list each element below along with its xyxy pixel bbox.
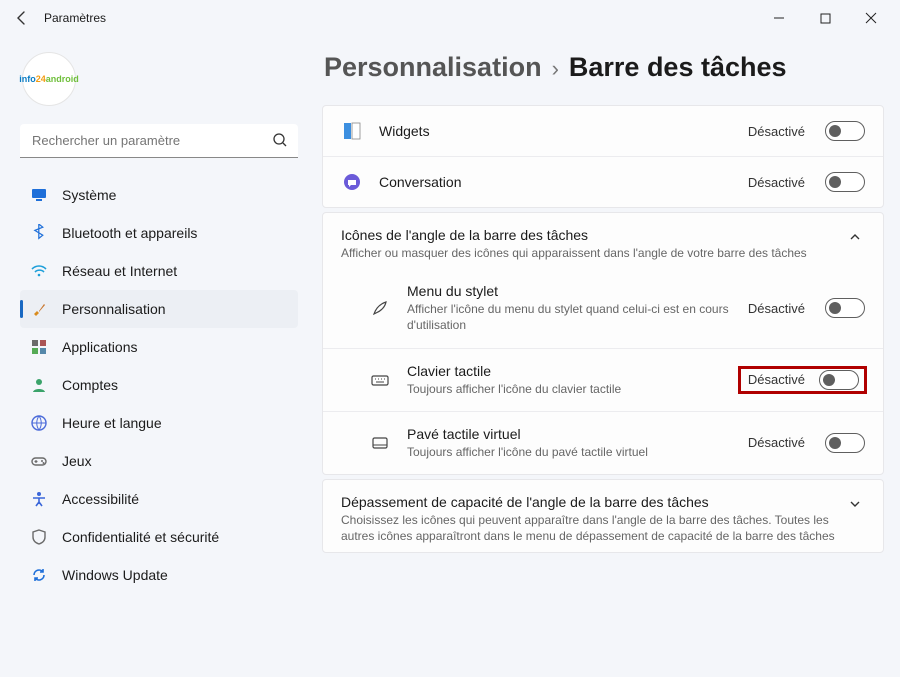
sidebar-item-apps[interactable]: Applications bbox=[20, 328, 298, 366]
window-title: Paramètres bbox=[44, 11, 106, 25]
row-conversation[interactable]: Conversation Désactivé bbox=[323, 156, 883, 207]
row-label: Clavier tactile bbox=[407, 363, 724, 379]
taskbar-items-card: Widgets Désactivé Conversation Désactivé bbox=[322, 105, 884, 208]
touchpad-icon bbox=[369, 432, 391, 454]
globe-icon bbox=[30, 414, 48, 432]
toggle-state: Désactivé bbox=[748, 435, 805, 450]
window-controls bbox=[756, 2, 894, 34]
widgets-icon bbox=[341, 120, 363, 142]
access-icon bbox=[30, 490, 48, 508]
sidebar-item-label: Windows Update bbox=[62, 567, 168, 583]
sidebar-item-access[interactable]: Accessibilité bbox=[20, 480, 298, 518]
row-desc: Afficher l'icône du menu du stylet quand… bbox=[407, 301, 732, 333]
toggle-state: Désactivé bbox=[748, 301, 805, 316]
main-content: Personnalisation › Barre des tâches Widg… bbox=[312, 36, 900, 677]
search-input[interactable] bbox=[20, 124, 298, 158]
row-label: Pavé tactile virtuel bbox=[407, 426, 732, 442]
sidebar-item-bluetooth[interactable]: Bluetooth et appareils bbox=[20, 214, 298, 252]
row-desc: Toujours afficher l'icône du clavier tac… bbox=[407, 381, 724, 397]
brush-icon bbox=[30, 300, 48, 318]
sidebar-item-label: Personnalisation bbox=[62, 301, 166, 317]
maximize-icon bbox=[820, 13, 831, 24]
search-box[interactable] bbox=[20, 124, 298, 158]
sidebar-item-update[interactable]: Windows Update bbox=[20, 556, 298, 594]
sidebar-item-label: Applications bbox=[62, 339, 138, 355]
keyboard-icon bbox=[369, 369, 391, 391]
section-desc: Choisissez les icônes qui peuvent appara… bbox=[341, 512, 845, 544]
highlight-box: Désactivé bbox=[740, 368, 865, 392]
conversation-toggle[interactable] bbox=[825, 172, 865, 192]
wifi-icon bbox=[30, 262, 48, 280]
sidebar-item-personal[interactable]: Personnalisation bbox=[20, 290, 298, 328]
avatar: info24android bbox=[22, 52, 76, 106]
shield-icon bbox=[30, 528, 48, 546]
chevron-up-icon bbox=[845, 227, 865, 247]
row-virtual-touchpad[interactable]: Pavé tactile virtuel Toujours afficher l… bbox=[323, 411, 883, 474]
back-button[interactable] bbox=[6, 2, 38, 34]
sidebar-item-network[interactable]: Réseau et Internet bbox=[20, 252, 298, 290]
row-pen-menu[interactable]: Menu du stylet Afficher l'icône du menu … bbox=[323, 269, 883, 347]
profile-row[interactable]: info24android bbox=[22, 52, 298, 106]
chevron-down-icon bbox=[845, 494, 865, 514]
virtual-touchpad-toggle[interactable] bbox=[825, 433, 865, 453]
toggle-state: Désactivé bbox=[748, 175, 805, 190]
close-icon bbox=[865, 12, 877, 24]
sidebar-item-system[interactable]: Système bbox=[20, 176, 298, 214]
sidebar-item-label: Système bbox=[62, 187, 116, 203]
sidebar-item-gaming[interactable]: Jeux bbox=[20, 442, 298, 480]
person-icon bbox=[30, 376, 48, 394]
row-touch-keyboard[interactable]: Clavier tactile Toujours afficher l'icôn… bbox=[323, 348, 883, 411]
bluetooth-icon bbox=[30, 224, 48, 242]
sidebar-item-time[interactable]: Heure et langue bbox=[20, 404, 298, 442]
sidebar: info24android Système Bluetooth et appare… bbox=[0, 36, 312, 677]
toggle-state: Désactivé bbox=[748, 124, 805, 139]
row-label: Menu du stylet bbox=[407, 283, 732, 299]
pen-icon bbox=[369, 297, 391, 319]
corner-section-header[interactable]: Icônes de l'angle de la barre des tâches… bbox=[323, 213, 883, 269]
close-button[interactable] bbox=[848, 2, 894, 34]
settings-scroll[interactable]: Widgets Désactivé Conversation Désactivé bbox=[322, 105, 890, 660]
overflow-section-header[interactable]: Dépassement de capacité de l'angle de la… bbox=[323, 480, 883, 552]
sidebar-item-label: Heure et langue bbox=[62, 415, 162, 431]
page-title: Barre des tâches bbox=[569, 52, 787, 83]
row-desc: Toujours afficher l'icône du pavé tactil… bbox=[407, 444, 732, 460]
grid-icon bbox=[30, 338, 48, 356]
sidebar-item-label: Bluetooth et appareils bbox=[62, 225, 197, 241]
sidebar-item-label: Jeux bbox=[62, 453, 92, 469]
chat-icon bbox=[341, 171, 363, 193]
widgets-toggle[interactable] bbox=[825, 121, 865, 141]
row-label: Conversation bbox=[379, 174, 732, 190]
nav-list: Système Bluetooth et appareils Réseau et I… bbox=[20, 176, 298, 594]
search-icon bbox=[272, 132, 288, 153]
breadcrumb: Personnalisation › Barre des tâches bbox=[324, 52, 890, 83]
sidebar-item-label: Accessibilité bbox=[62, 491, 139, 507]
pen-toggle[interactable] bbox=[825, 298, 865, 318]
sidebar-item-label: Confidentialité et sécurité bbox=[62, 529, 219, 545]
monitor-icon bbox=[30, 186, 48, 204]
arrow-left-icon bbox=[14, 10, 30, 26]
corner-icons-card: Icônes de l'angle de la barre des tâches… bbox=[322, 212, 884, 475]
sidebar-item-label: Réseau et Internet bbox=[62, 263, 177, 279]
section-title: Dépassement de capacité de l'angle de la… bbox=[341, 494, 845, 510]
maximize-button[interactable] bbox=[802, 2, 848, 34]
section-title: Icônes de l'angle de la barre des tâches bbox=[341, 227, 845, 243]
row-widgets[interactable]: Widgets Désactivé bbox=[323, 106, 883, 156]
row-label: Widgets bbox=[379, 123, 732, 139]
breadcrumb-parent[interactable]: Personnalisation bbox=[324, 52, 542, 83]
overflow-card: Dépassement de capacité de l'angle de la… bbox=[322, 479, 884, 553]
sidebar-item-privacy[interactable]: Confidentialité et sécurité bbox=[20, 518, 298, 556]
titlebar: Paramètres bbox=[0, 0, 900, 36]
minimize-icon bbox=[773, 12, 785, 24]
gamepad-icon bbox=[30, 452, 48, 470]
section-desc: Afficher ou masquer des icônes qui appar… bbox=[341, 245, 845, 261]
touch-keyboard-toggle[interactable] bbox=[819, 370, 859, 390]
sidebar-item-label: Comptes bbox=[62, 377, 118, 393]
update-icon bbox=[30, 566, 48, 584]
chevron-right-icon: › bbox=[552, 56, 559, 82]
minimize-button[interactable] bbox=[756, 2, 802, 34]
sidebar-item-accounts[interactable]: Comptes bbox=[20, 366, 298, 404]
toggle-state: Désactivé bbox=[748, 372, 805, 387]
